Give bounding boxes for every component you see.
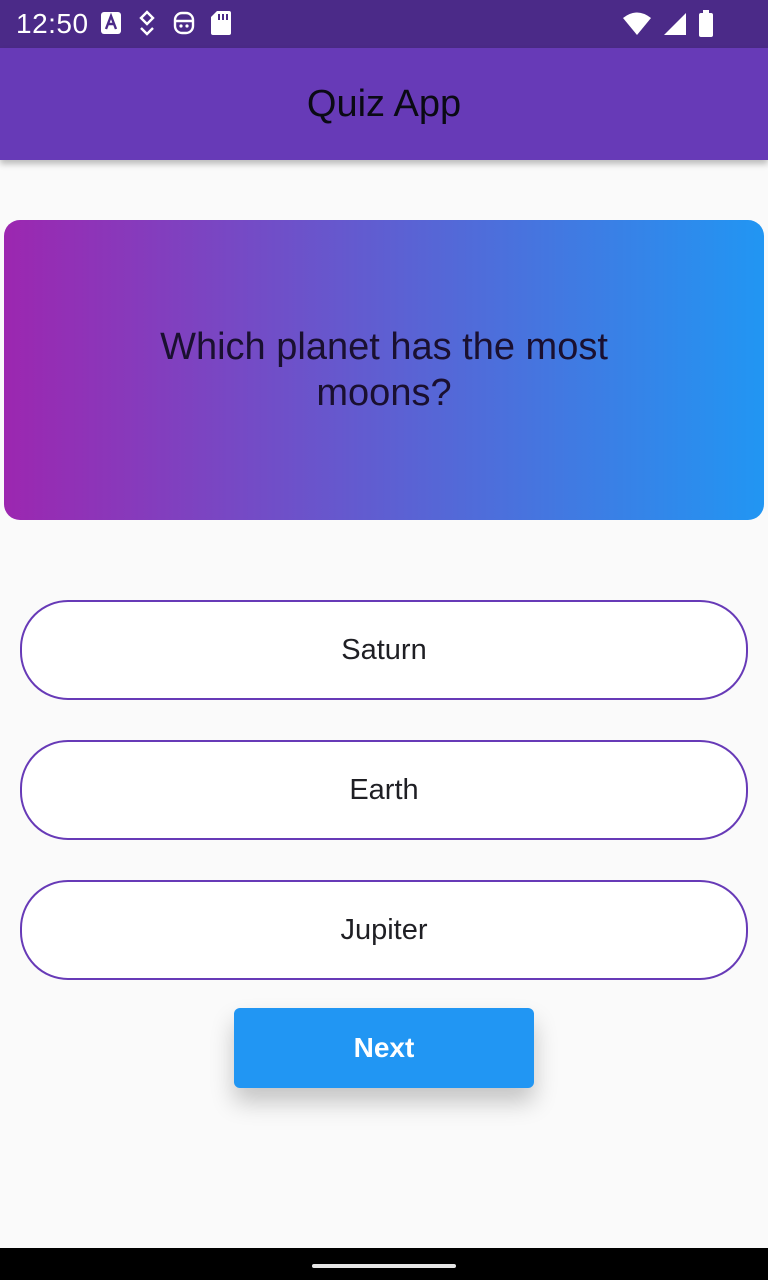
text-a-icon xyxy=(100,11,122,40)
answer-list: Saturn Earth Jupiter xyxy=(20,600,748,1020)
question-text: Which planet has the most moons? xyxy=(160,326,608,414)
status-icons-left xyxy=(100,10,232,41)
signal-icon xyxy=(662,11,688,42)
status-time: 12:50 xyxy=(16,8,89,39)
navigation-bar xyxy=(0,1248,768,1280)
home-indicator[interactable] xyxy=(312,1264,456,1268)
answer-option-earth[interactable]: Earth xyxy=(20,740,748,840)
status-bar: 12:50 xyxy=(0,0,768,48)
app-bar: Quiz App xyxy=(0,48,768,160)
battery-icon xyxy=(698,10,714,43)
sd-card-icon xyxy=(210,10,232,41)
location-drop-icon xyxy=(136,10,158,41)
app-title: Quiz App xyxy=(306,82,462,125)
next-button[interactable]: Next xyxy=(234,1008,534,1088)
robot-face-icon xyxy=(172,10,196,41)
question-card: Which planet has the most moons? xyxy=(4,220,764,520)
wifi-icon xyxy=(622,11,652,42)
answer-option-jupiter[interactable]: Jupiter xyxy=(20,880,748,980)
status-icons-right xyxy=(622,10,714,43)
answer-option-saturn[interactable]: Saturn xyxy=(20,600,748,700)
